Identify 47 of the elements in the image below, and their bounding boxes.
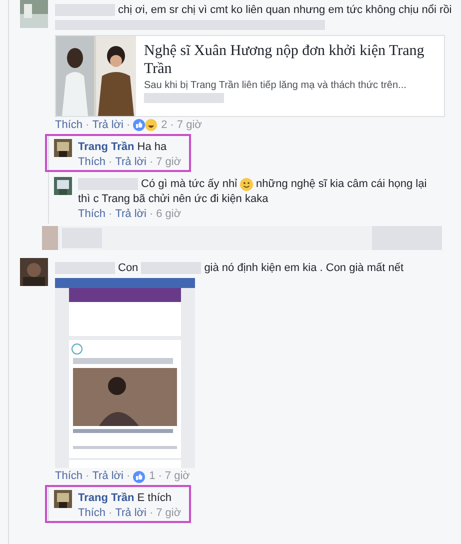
comment-text: những nghệ sĩ kia câm cái họng lại	[256, 177, 427, 192]
link-preview-card[interactable]: Nghệ sĩ Xuân Hương nộp đơn khởi kiện Trang Trần Sau khi bị Trang Trần liên tiếp lăng mạ và thách thức trên...	[55, 34, 445, 117]
timestamp: 7 giờ	[164, 470, 190, 484]
comment-text: chị ơi, em sr chị vì cmt ko liên quan nhưng em tức không chịu nổi rồi	[118, 2, 452, 17]
reply-link[interactable]: Trả lời	[92, 118, 124, 132]
separator-dot: ·	[108, 208, 112, 222]
reply-link[interactable]: Trả lời	[92, 470, 124, 484]
separator-dot: ·	[149, 208, 154, 222]
separator-dot: ·	[108, 156, 112, 169]
thumbs-up-icon[interactable]	[133, 119, 146, 132]
timestamp: 6 giờ	[156, 208, 182, 222]
comment-text: già nó định kiện em kia . Con già mất nết	[204, 261, 404, 276]
separator-dot: ·	[86, 470, 90, 484]
separator-dot: ·	[149, 156, 154, 169]
thumbs-up-icon[interactable]	[133, 470, 146, 483]
author-name[interactable]: Trang Trần	[78, 140, 134, 153]
reply-link[interactable]: Trả lời	[115, 506, 146, 520]
like-link[interactable]: Thích	[55, 470, 83, 484]
separator-dot: ·	[126, 470, 130, 484]
timestamp: 7 giờ	[156, 156, 182, 169]
like-link[interactable]: Thích	[78, 156, 106, 169]
link-title[interactable]: Nghệ sĩ Xuân Hương nộp đơn khởi kiện Trang Trần	[144, 42, 436, 78]
like-link[interactable]: Thích	[78, 208, 106, 222]
link-description: Sau khi bị Trang Trần liên tiếp lăng mạ và thách thức trên...	[144, 80, 406, 91]
timestamp: 7 giờ	[156, 506, 182, 520]
separator-dot: ·	[149, 506, 154, 520]
separator-dot: ·	[158, 470, 162, 484]
reply-link[interactable]: Trả lời	[115, 208, 146, 222]
timestamp: 7 giờ	[176, 118, 202, 132]
separator-dot: ·	[170, 118, 174, 132]
like-link[interactable]: Thích	[55, 118, 83, 132]
reaction-count[interactable]: 2	[161, 118, 168, 132]
redacted-block	[42, 226, 58, 250]
separator-dot: ·	[126, 118, 130, 132]
comment-text: Con	[118, 261, 138, 276]
like-link[interactable]: Thích	[78, 506, 106, 520]
comment-text: thì c Trang bã chửi nên ức đi kiện kaka	[78, 192, 268, 206]
separator-dot: ·	[86, 118, 90, 132]
comment-text: Có gì mà tức ấy nhỉ	[141, 177, 238, 192]
comment-text: Ha ha	[137, 140, 167, 154]
comment-text: E thích	[137, 490, 172, 505]
separator-dot: ·	[108, 506, 112, 520]
author-name[interactable]: Trang Trần	[78, 492, 134, 504]
reaction-count[interactable]: 1	[149, 470, 156, 484]
laughing-face-icon[interactable]	[145, 119, 158, 132]
smiley-icon	[240, 178, 254, 191]
reply-link[interactable]: Trả lời	[115, 156, 146, 169]
